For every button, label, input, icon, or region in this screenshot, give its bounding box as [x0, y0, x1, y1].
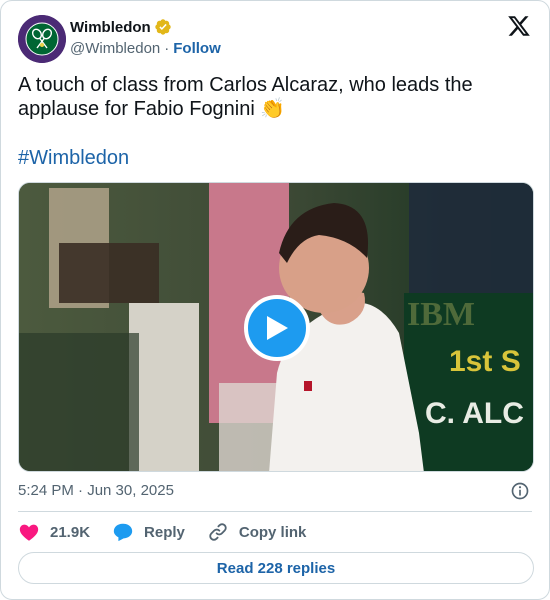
follow-button[interactable]: Follow	[173, 40, 221, 57]
author-display-name[interactable]: Wimbledon	[70, 19, 151, 36]
like-button[interactable]: 21.9K	[18, 521, 90, 543]
read-replies-button[interactable]: Read 228 replies	[18, 552, 534, 584]
post-text: A touch of class from Carlos Alcaraz, wh…	[18, 74, 473, 120]
scoreboard-brand-text: IBM	[407, 296, 475, 333]
hashtag-link[interactable]: #Wimbledon	[18, 146, 129, 170]
wimbledon-logo-icon	[18, 15, 66, 63]
scoreboard-name-text: C. ALC	[425, 397, 524, 430]
verified-badge-icon	[155, 19, 171, 35]
heart-icon	[19, 524, 39, 541]
reply-bubble-icon	[113, 523, 133, 542]
post-timestamp[interactable]: 5:24 PM · Jun 30, 2025	[18, 482, 174, 499]
action-bar: 21.9K Reply Copy link	[18, 521, 328, 543]
separator-dot: ·	[164, 40, 170, 57]
embedded-post-card: Wimbledon @Wimbledon · Follow A touch of…	[0, 0, 550, 600]
x-logo-icon[interactable]	[507, 14, 531, 38]
info-icon[interactable]	[510, 481, 530, 501]
copy-link-button[interactable]: Copy link	[207, 521, 307, 543]
video-player[interactable]: IBM 1st S C. ALC	[18, 182, 534, 472]
copy-link-label: Copy link	[238, 523, 307, 541]
reply-button[interactable]: Reply	[112, 521, 185, 543]
author-info: Wimbledon @Wimbledon · Follow	[70, 17, 221, 58]
author-avatar[interactable]	[18, 15, 66, 63]
author-handle[interactable]: @Wimbledon	[70, 40, 160, 57]
play-button[interactable]	[244, 295, 310, 361]
play-icon	[267, 316, 288, 340]
reply-label: Reply	[144, 523, 185, 541]
scoreboard-set-text: 1st S	[449, 345, 521, 378]
link-icon	[209, 523, 227, 541]
like-count: 21.9K	[50, 523, 91, 541]
divider	[18, 511, 532, 512]
